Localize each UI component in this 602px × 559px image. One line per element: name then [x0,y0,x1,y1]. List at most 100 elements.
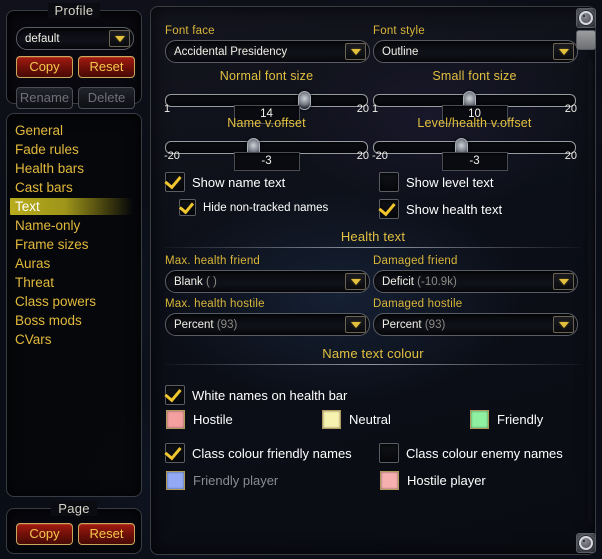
level-health-voffset-slider[interactable]: -20 20 -3 [372,132,577,171]
checkbox-box[interactable] [379,199,399,219]
sidebar-item-label: Fade rules [15,142,79,157]
sidebar-item-label: Text [15,199,40,214]
damaged-friend-dropdown-button[interactable] [553,273,574,290]
show-name-text-checkbox[interactable]: Show name text [165,172,285,192]
profile-reset-button[interactable]: Reset [78,56,135,78]
page-reset-button[interactable]: Reset [78,523,135,545]
checkbox-box[interactable] [165,385,185,405]
scrollbar-rail[interactable] [588,59,593,524]
level-health-voffset-value[interactable]: -3 [441,152,508,171]
font-style-dropdown-button[interactable] [553,43,574,60]
profile-panel: Profile default Copy Reset Rename Delete [6,3,142,109]
sidebar-item-label: Class powers [15,294,97,309]
checkbox-box[interactable] [379,443,399,463]
sidebar-item-auras[interactable]: Auras [7,254,141,273]
small-font-size-slider[interactable]: 1 20 10 [372,85,577,124]
swatch-hostile[interactable]: Hostile [166,410,233,429]
sidebar-item-label: Health bars [15,161,85,176]
sidebar-item-cvars[interactable]: CVars [7,330,141,349]
chevron-down-icon [350,48,361,55]
sidebar-panel: General Fade rules Health bars Cast bars Tex… [6,113,142,497]
name-voffset-value[interactable]: -3 [233,152,300,171]
damaged-friend-dropdown[interactable]: Deficit (-10.9k) [373,270,578,293]
swatch-friendly-label: Friendly [497,412,544,427]
font-face-dropdown-button[interactable] [345,43,366,60]
slider-min-label: -20 [164,150,180,162]
profile-rename-button[interactable]: Rename [16,87,73,109]
class-colour-friendly-checkbox[interactable]: Class colour friendly names [165,443,352,463]
max-health-friend-label: Max. health friend [165,255,261,267]
section-divider [165,364,581,365]
profile-delete-button[interactable]: Delete [78,87,135,109]
colour-swatch[interactable] [166,410,185,429]
page-copy-button[interactable]: Copy [16,523,73,545]
settings-gear-button-bottom[interactable] [576,533,596,553]
hide-non-tracked-names-checkbox[interactable]: Hide non-tracked names [179,199,328,216]
name-text-colour-section-title: Name text colour [322,346,424,361]
name-voffset-label: Name v.offset [227,116,306,130]
class-colour-friendly-label: Class colour friendly names [192,445,352,461]
chevron-down-icon [350,278,361,285]
swatch-hostile-player[interactable]: Hostile player [380,471,486,490]
profile-copy-button[interactable]: Copy [16,56,73,78]
name-voffset-slider[interactable]: -20 20 -3 [164,132,369,171]
sidebar-item-threat[interactable]: Threat [7,273,141,292]
checkbox-box[interactable] [165,172,185,192]
white-names-label: White names on health bar [192,387,348,403]
max-health-friend-dropdown[interactable]: Blank ( ) [165,270,370,293]
settings-gear-button-top[interactable] [576,8,596,28]
sidebar-item-text[interactable]: Text [7,197,141,216]
damaged-hostile-dropdown-button[interactable] [553,316,574,333]
show-health-text-checkbox[interactable]: Show health text [379,199,502,219]
profile-dropdown-button[interactable] [109,30,130,47]
max-health-hostile-dropdown-button[interactable] [345,316,366,333]
class-colour-enemy-label: Class colour enemy names [406,445,563,461]
checkbox-box[interactable] [179,199,196,216]
slider-max-label: 20 [356,150,369,162]
show-level-text-checkbox[interactable]: Show level text [379,172,493,192]
sidebar-item-label: Threat [15,275,55,290]
chevron-down-icon [558,48,569,55]
checkbox-box[interactable] [379,172,399,192]
font-style-dropdown[interactable]: Outline [373,40,578,63]
swatch-friendly[interactable]: Friendly [470,410,543,429]
main-settings-panel: Font face Accidental Presidency Font sty… [150,6,596,555]
panel-toggle-button[interactable] [576,30,596,50]
sidebar-item-frame-sizes[interactable]: Frame sizes [7,235,141,254]
max-health-friend-dropdown-button[interactable] [345,273,366,290]
sidebar-item-cast-bars[interactable]: Cast bars [7,178,141,197]
chevron-down-icon [558,278,569,285]
class-colour-enemy-checkbox[interactable]: Class colour enemy names [379,443,563,463]
sidebar-item-fade-rules[interactable]: Fade rules [7,140,141,159]
section-divider [165,247,581,248]
level-health-voffset-label: Level/health v.offset [417,116,532,130]
checkbox-box[interactable] [165,443,185,463]
white-names-checkbox[interactable]: White names on health bar [165,385,347,405]
sidebar-item-general[interactable]: General [7,121,141,140]
font-face-dropdown[interactable]: Accidental Presidency [165,40,370,63]
profile-dropdown[interactable]: default [16,27,134,50]
damaged-hostile-dropdown[interactable]: Percent (93) [373,313,578,336]
swatch-friendly-player[interactable]: Friendly player [166,471,278,490]
font-style-value: Outline [382,45,419,58]
colour-swatch[interactable] [322,410,341,429]
colour-swatch[interactable] [470,410,489,429]
sidebar-item-name-only[interactable]: Name-only [7,216,141,235]
swatch-neutral[interactable]: Neutral [322,410,391,429]
sidebar-item-health-bars[interactable]: Health bars [7,159,141,178]
max-health-friend-value: Blank ( ) [174,275,217,288]
swatch-hostile-player-label: Hostile player [407,473,486,488]
health-text-section-header: Health text [165,229,581,248]
swatch-neutral-label: Neutral [349,412,391,427]
normal-font-size-slider[interactable]: 1 20 14 [164,85,369,124]
colour-swatch[interactable] [380,471,399,490]
font-face-label: Font face [165,25,215,37]
sidebar-item-label: General [15,123,64,138]
sidebar-nav-list: General Fade rules Health bars Cast bars Tex… [7,114,141,349]
max-health-hostile-dropdown[interactable]: Percent (93) [165,313,370,336]
profile-panel-title: Profile [7,3,141,18]
sidebar-item-label: Cast bars [15,180,73,195]
sidebar-item-class-powers[interactable]: Class powers [7,292,141,311]
colour-swatch[interactable] [166,471,185,490]
sidebar-item-boss-mods[interactable]: Boss mods [7,311,141,330]
